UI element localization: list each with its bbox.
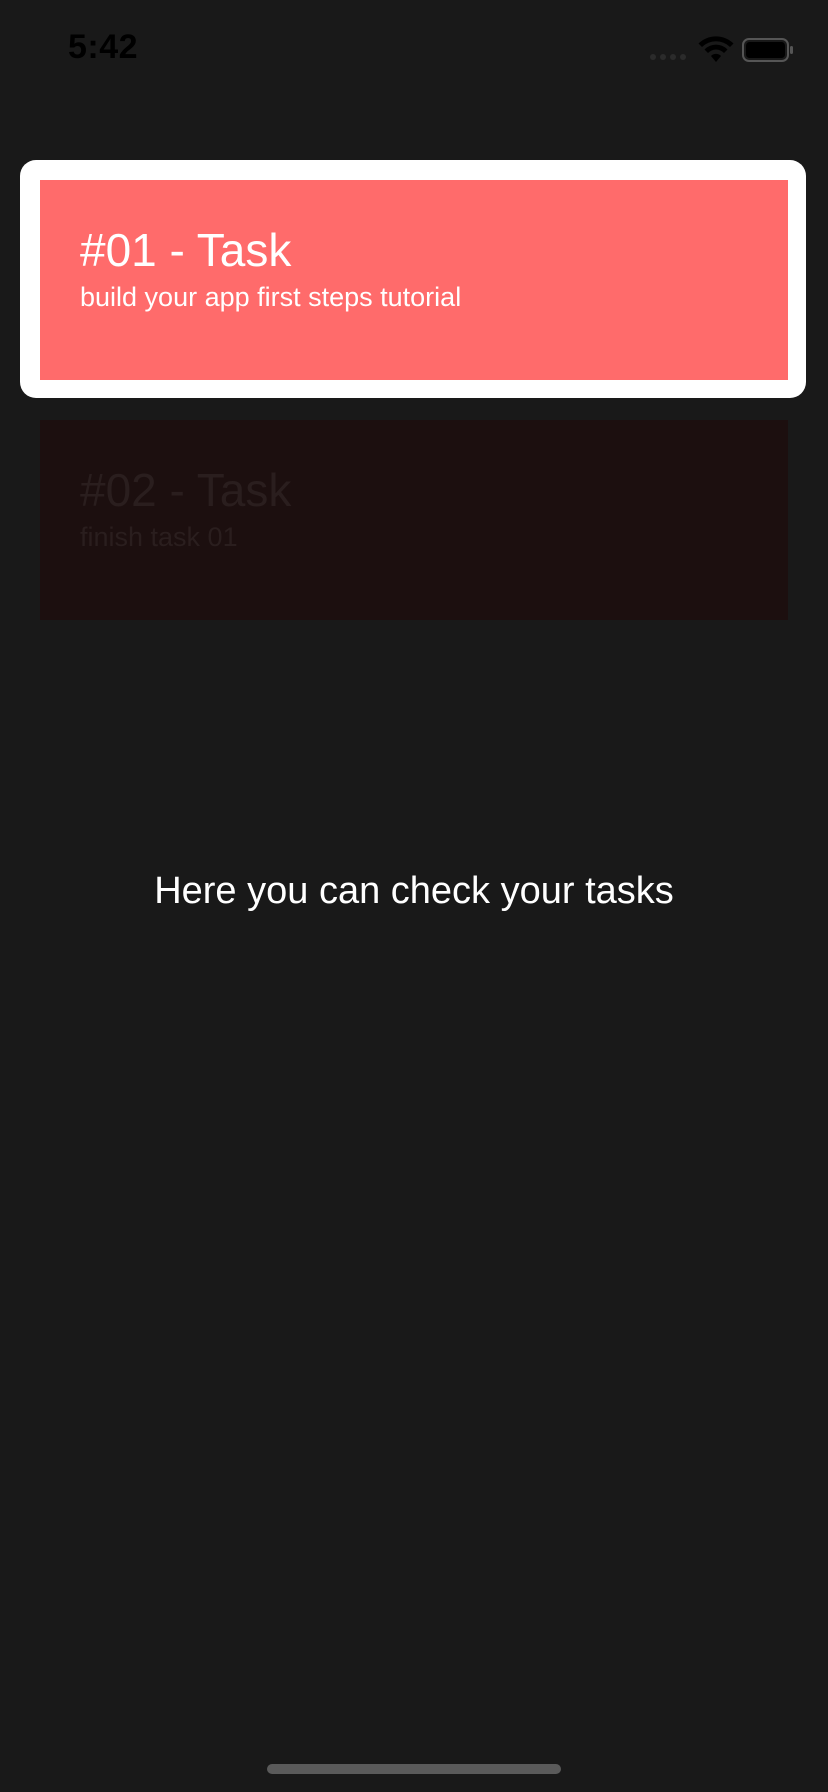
onboarding-hint: Here you can check your tasks [154,870,674,912]
task-card-01[interactable]: #01 - Task build your app first steps tu… [40,180,788,380]
status-bar: 5:42 [0,0,828,100]
task-subtitle: finish task 01 [80,522,238,552]
task-subtitle: build your app first steps tutorial [80,282,462,312]
app-screen: 5:42 #01 - Task build your app first ste… [0,0,828,1792]
home-indicator[interactable] [267,1764,561,1774]
wifi-icon [698,36,734,62]
cellular-signal-icon [650,54,690,62]
battery-icon [742,38,793,62]
task-title: #02 - Task [80,464,292,516]
task-card-02[interactable]: #02 - Task finish task 01 [40,420,788,620]
status-time: 5:42 [68,28,139,66]
task-title: #01 - Task [80,224,292,276]
